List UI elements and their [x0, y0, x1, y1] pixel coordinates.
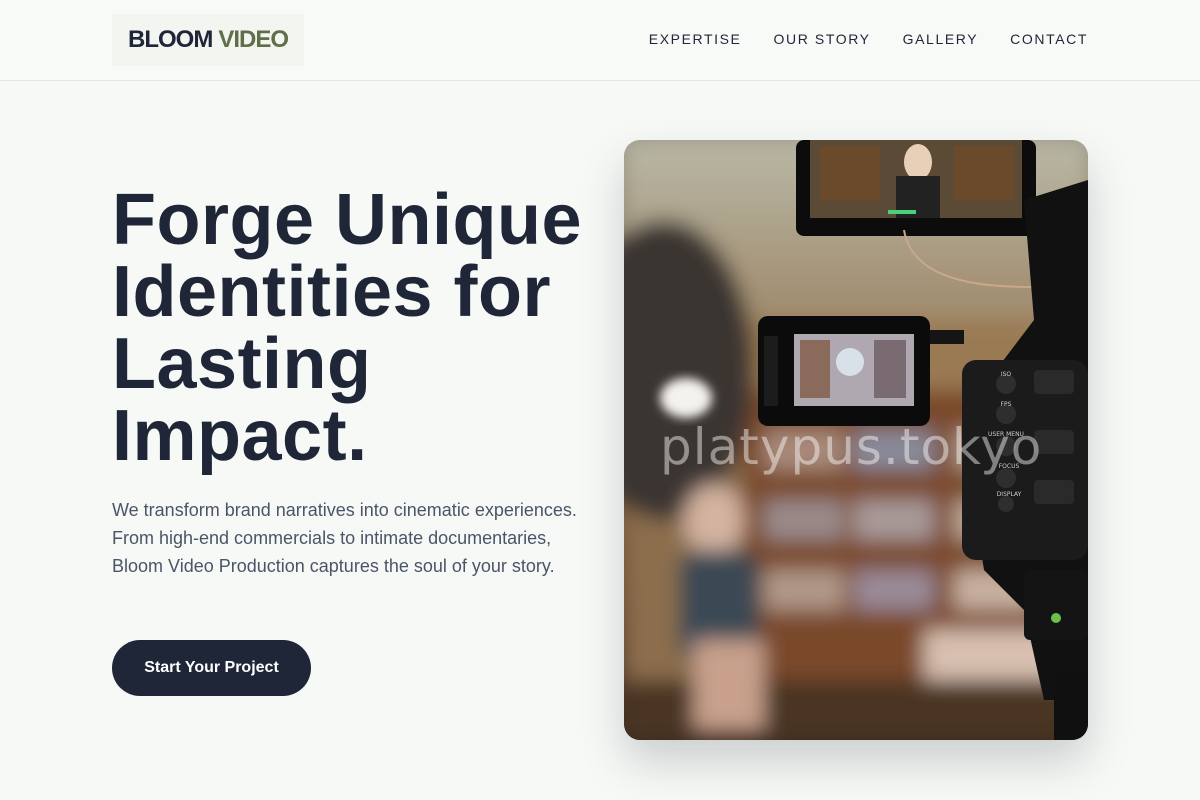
- nav-our-story[interactable]: OUR STORY: [774, 31, 871, 47]
- hero-title-line: Lasting: [112, 324, 372, 404]
- camera-label: FOCUS: [999, 463, 1020, 470]
- hero-description: We transform brand narratives into cinem…: [112, 500, 577, 576]
- hero-title: Forge Unique Identities for Lasting Impa…: [112, 184, 612, 472]
- hero-title-line: Identities for: [112, 252, 552, 332]
- site-header: BLOOM VIDEO EXPERTISE OUR STORY GALLERY …: [0, 0, 1200, 81]
- start-project-button[interactable]: Start Your Project: [112, 640, 311, 696]
- main-nav: EXPERTISE OUR STORY GALLERY CONTACT: [649, 31, 1088, 47]
- hero-title-line: Forge Unique: [112, 180, 582, 260]
- nav-gallery[interactable]: GALLERY: [903, 31, 979, 47]
- hero-title-line: Impact.: [112, 396, 368, 476]
- camera-scene-illustration: ISO FPS USER MENU FOCUS DISPLAY: [624, 140, 1088, 740]
- logo-accent: VIDEO: [218, 26, 289, 53]
- camera-label: FPS: [1001, 401, 1012, 408]
- camera-label: USER MENU: [988, 431, 1024, 438]
- logo[interactable]: BLOOM VIDEO: [112, 14, 304, 66]
- nav-expertise[interactable]: EXPERTISE: [649, 31, 742, 47]
- logo-brand: BLOOM: [128, 26, 213, 53]
- hero-image: ISO FPS USER MENU FOCUS DISPLAY: [624, 140, 1088, 740]
- nav-contact[interactable]: CONTACT: [1010, 31, 1088, 47]
- camera-label: ISO: [1001, 371, 1012, 378]
- camera-label: DISPLAY: [997, 491, 1022, 498]
